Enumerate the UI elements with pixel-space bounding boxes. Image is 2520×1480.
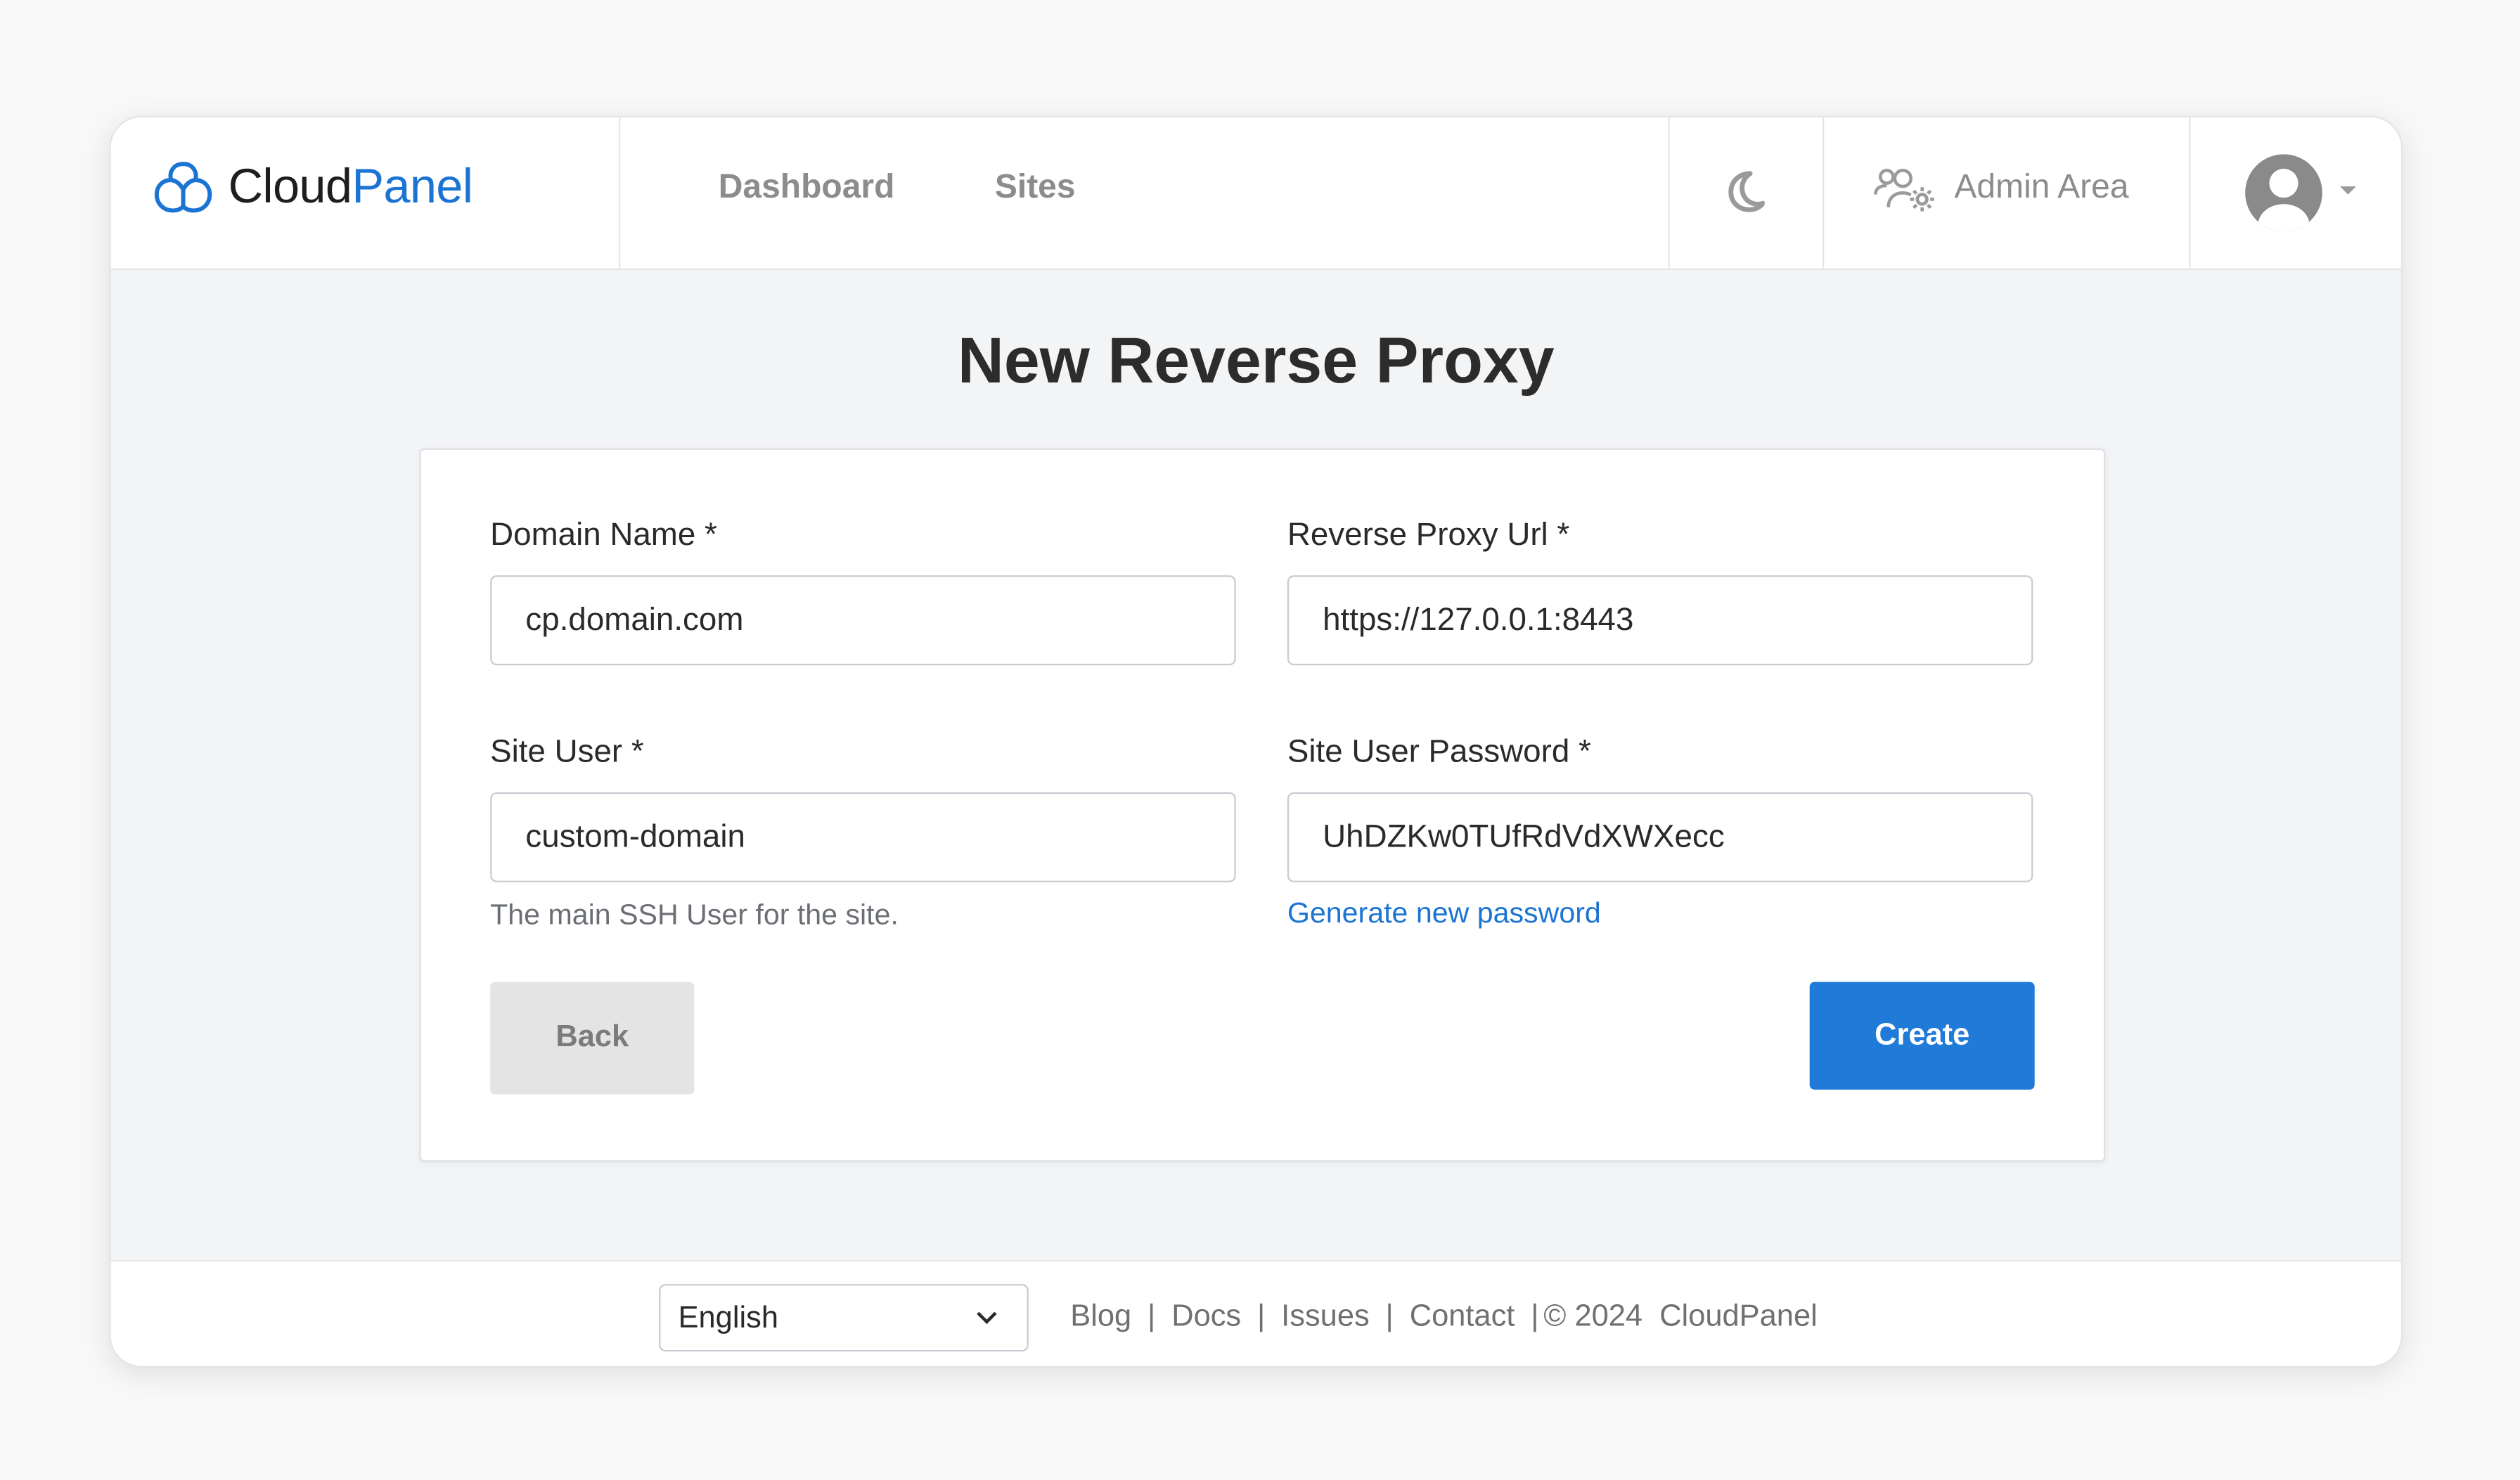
site-user-label: Site User *: [490, 734, 644, 770]
footer-separator: |: [1148, 1300, 1156, 1334]
user-menu[interactable]: [2190, 117, 2400, 269]
footer-separator: |: [1531, 1300, 1539, 1334]
footer-link-issues[interactable]: Issues: [1281, 1300, 1370, 1334]
reverse-proxy-form: Domain Name * Reverse Proxy Url * Site U…: [419, 448, 2106, 1162]
logo-text-panel: Panel: [352, 160, 473, 214]
footer-link-contact[interactable]: Contact: [1410, 1300, 1515, 1334]
language-select-value: English: [678, 1301, 779, 1336]
reverse-proxy-url-input[interactable]: [1287, 575, 2033, 666]
footer: English Blog | Docs | Issues | Contact | © 2024 …: [110, 1259, 2401, 1366]
footer-copyright: © 2024: [1543, 1300, 1643, 1334]
logo-text-cloud: Cloud: [228, 160, 352, 214]
nav-dashboard[interactable]: Dashboard: [719, 169, 895, 207]
top-navbar: CloudPanel Dashboard Sites Admin Area: [110, 117, 2401, 270]
footer-link-blog[interactable]: Blog: [1070, 1300, 1131, 1334]
footer-brand: CloudPanel: [1659, 1300, 1818, 1334]
domain-name-input[interactable]: [490, 575, 1236, 666]
moon-icon: [1728, 171, 1765, 212]
chevron-down-icon: [2339, 186, 2356, 195]
domain-name-label: Domain Name *: [490, 517, 717, 553]
chevron-down-icon: [977, 1311, 997, 1325]
language-select[interactable]: English: [659, 1284, 1029, 1352]
users-gear-icon: [1874, 168, 1934, 212]
admin-area-button[interactable]: Admin Area: [1822, 117, 2191, 269]
cloud-logo-icon: [154, 162, 212, 213]
footer-link-docs[interactable]: Docs: [1171, 1300, 1241, 1334]
site-user-help-text: The main SSH User for the site.: [490, 898, 899, 931]
logo[interactable]: CloudPanel: [111, 117, 621, 269]
footer-separator: |: [1385, 1300, 1394, 1334]
footer-separator: |: [1257, 1300, 1266, 1334]
generate-password-link[interactable]: Generate new password: [1287, 896, 1601, 930]
site-user-password-input[interactable]: [1287, 792, 2033, 882]
page: CloudPanel Dashboard Sites Admin Area Ne…: [0, 0, 2520, 1480]
user-avatar-icon: [2245, 154, 2322, 232]
site-user-password-label: Site User Password *: [1287, 734, 1591, 770]
nav-sites[interactable]: Sites: [995, 169, 1076, 207]
page-title: New Reverse Proxy: [957, 326, 1555, 397]
reverse-proxy-url-label: Reverse Proxy Url *: [1287, 517, 1570, 553]
theme-toggle-button[interactable]: [1668, 117, 1825, 269]
app-window: CloudPanel Dashboard Sites Admin Area Ne…: [109, 115, 2403, 1368]
admin-area-label: Admin Area: [1954, 168, 2129, 206]
logo-text: CloudPanel: [229, 159, 473, 217]
create-button[interactable]: Create: [1809, 982, 2035, 1090]
footer-links: Blog | Docs | Issues | Contact | © 2024 CloudPan…: [1070, 1300, 1817, 1335]
back-button[interactable]: Back: [490, 982, 695, 1095]
site-user-input[interactable]: [490, 792, 1236, 882]
